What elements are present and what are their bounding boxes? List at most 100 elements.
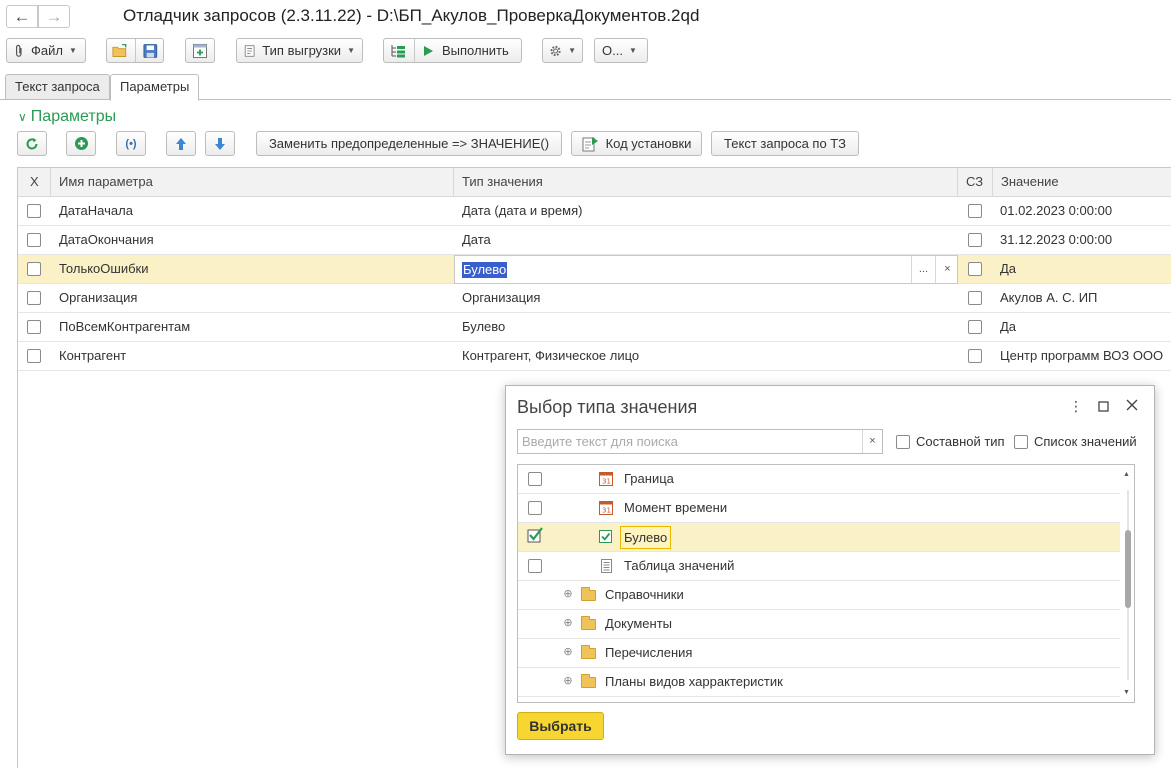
row-checkbox[interactable] — [27, 233, 41, 247]
select-type-button[interactable]: Выбрать — [517, 712, 604, 740]
scroll-up-icon[interactable]: ▲ — [1123, 471, 1130, 478]
sz-checkbox[interactable] — [968, 349, 982, 363]
expand-icon[interactable]: ⊕ — [563, 589, 573, 600]
table-row[interactable]: Организация Организация Акулов А. С. ИП — [18, 284, 1171, 313]
parameters-group-header[interactable]: ∨ Параметры — [18, 108, 116, 126]
tree-item[interactable]: 31 Момент времени — [518, 494, 1121, 523]
broadcast-button[interactable]: (•) — [116, 131, 146, 156]
refresh-button[interactable] — [17, 131, 47, 156]
param-name: ДатаОкончания — [59, 232, 154, 247]
sz-checkbox[interactable] — [968, 204, 982, 218]
composite-type-checkbox[interactable] — [896, 434, 910, 449]
chevron-down-icon: ∨ — [18, 110, 27, 124]
tree-item[interactable]: Таблица значений — [518, 552, 1121, 581]
tab-query-text[interactable]: Текст запроса — [5, 74, 110, 100]
value-table-icon — [601, 559, 612, 573]
back-button[interactable]: ← — [6, 5, 38, 28]
row-checkbox[interactable] — [27, 291, 41, 305]
column-header-x[interactable]: Х — [18, 168, 51, 197]
tree-folder-label: Планы видов харрактеристик — [605, 674, 783, 689]
close-icon[interactable] — [1126, 398, 1138, 414]
run-button[interactable]: Выполнить — [422, 43, 509, 58]
checkbox-type-icon — [599, 530, 612, 543]
tree-item-selected[interactable]: Булево — [518, 523, 1121, 552]
table-row[interactable]: ДатаОкончания Дата 31.12.2023 0:00:00 — [18, 226, 1171, 255]
expand-icon[interactable]: ⊕ — [563, 647, 573, 658]
expand-icon[interactable]: ⊕ — [563, 676, 573, 687]
param-value: 31.12.2023 0:00:00 — [1000, 232, 1113, 247]
add-element-button[interactable] — [185, 38, 215, 63]
column-header-name[interactable]: Имя параметра — [51, 168, 454, 197]
export-type-label: Тип выгрузки — [262, 43, 342, 58]
replace-predefined-button[interactable]: Заменить предопределенные => ЗНАЧЕНИЕ() — [256, 131, 562, 156]
row-checkbox[interactable] — [27, 262, 41, 276]
add-parameter-button[interactable] — [66, 131, 96, 156]
move-up-button[interactable] — [166, 131, 196, 156]
tree-item-checkbox[interactable] — [528, 501, 542, 515]
chevron-down-icon: ▼ — [347, 46, 355, 55]
tree-item[interactable]: 31 Граница — [518, 465, 1121, 494]
tree-list-icon[interactable] — [389, 43, 407, 59]
open-folder-icon[interactable] — [112, 43, 128, 59]
select-button[interactable]: ... — [911, 256, 935, 283]
sz-checkbox[interactable] — [968, 233, 982, 247]
install-code-button[interactable]: Код установки — [571, 131, 702, 156]
column-header-value[interactable]: Значение — [993, 168, 1171, 197]
expand-icon[interactable]: ⊕ — [563, 618, 573, 629]
settings-menu-button[interactable]: ▼ — [542, 38, 583, 63]
query-by-vt-button[interactable]: Текст запроса по ТЗ — [711, 131, 859, 156]
value-list-checkbox[interactable] — [1014, 434, 1028, 449]
maximize-icon[interactable] — [1098, 399, 1109, 415]
gear-icon — [550, 45, 561, 56]
table-row[interactable]: ДатаНачала Дата (дата и время) 01.02.202… — [18, 197, 1171, 226]
tree-folder[interactable]: ⊕ Планы видов харрактеристик — [518, 668, 1121, 697]
sz-checkbox[interactable] — [968, 291, 982, 305]
column-header-sz[interactable]: СЗ — [958, 168, 993, 197]
param-type: Организация — [462, 290, 541, 305]
folder-icon — [581, 674, 596, 688]
move-down-button[interactable] — [205, 131, 235, 156]
value-list-option[interactable]: Список значений — [1014, 434, 1137, 449]
file-menu-button[interactable]: Файл ▼ — [6, 38, 86, 63]
tree-folder[interactable]: ⊕ Документы — [518, 610, 1121, 639]
scroll-down-icon[interactable]: ▼ — [1123, 689, 1130, 696]
scroll-thumb[interactable] — [1125, 530, 1131, 608]
tree-folder[interactable]: ⊕ Справочники — [518, 581, 1121, 610]
export-type-button[interactable]: Тип выгрузки ▼ — [236, 38, 363, 63]
tree-folder[interactable]: ⊕ Перечисления — [518, 639, 1121, 668]
tree-item-checkbox[interactable] — [528, 472, 542, 486]
row-checkbox[interactable] — [27, 204, 41, 218]
type-editor-field[interactable]: Булево ... × — [454, 255, 958, 284]
tree-folder-label: Перечисления — [605, 645, 693, 660]
tab-parameters[interactable]: Параметры — [110, 74, 200, 101]
tree-item-label: Момент времени — [624, 500, 728, 515]
tree-item-checkbox[interactable] — [528, 559, 542, 573]
composite-type-option[interactable]: Составной тип — [896, 434, 1005, 449]
table-row[interactable]: ПоВсемКонтрагентам Булево Да — [18, 313, 1171, 342]
sz-checkbox[interactable] — [968, 262, 982, 276]
param-name: ДатаНачала — [59, 203, 133, 218]
more-menu-label: О... — [602, 43, 623, 58]
table-row-selected[interactable]: ТолькоОшибки Булево ... × Да — [18, 255, 1171, 284]
clear-search-icon[interactable]: × — [862, 430, 882, 453]
table-row[interactable]: Контрагент Контрагент, Физическое лицо Ц… — [18, 342, 1171, 371]
toolbar-separator — [414, 39, 415, 62]
row-checkbox[interactable] — [27, 349, 41, 363]
install-code-label: Код установки — [605, 136, 692, 151]
more-menu-button[interactable]: О... ▼ — [594, 38, 648, 63]
column-header-type[interactable]: Тип значения — [454, 168, 958, 197]
param-value: Да — [1000, 319, 1017, 334]
sz-checkbox[interactable] — [968, 320, 982, 334]
vertical-scrollbar[interactable]: ▲ ▼ — [1120, 465, 1134, 702]
search-input[interactable] — [518, 430, 858, 453]
type-editor-text[interactable]: Булево — [462, 262, 508, 278]
tree-item-checkbox-checked[interactable] — [527, 527, 543, 544]
code-install-icon — [582, 136, 598, 151]
folder-icon — [581, 645, 596, 659]
row-checkbox[interactable] — [27, 320, 41, 334]
clear-icon[interactable]: × — [935, 256, 959, 283]
param-value: Центр программ ВОЗ ООО — [1000, 348, 1164, 363]
more-vertical-icon[interactable]: ⋮ — [1069, 398, 1083, 415]
forward-button[interactable]: → — [38, 5, 70, 28]
save-icon[interactable] — [143, 43, 158, 59]
